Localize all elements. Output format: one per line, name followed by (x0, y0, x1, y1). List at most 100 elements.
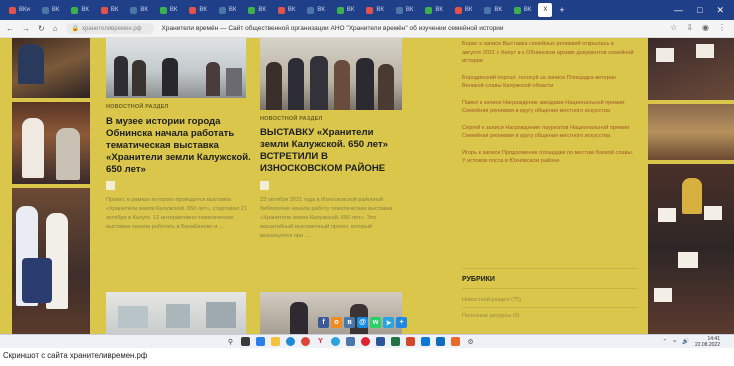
chevron-up-icon[interactable]: ⌃ (662, 339, 667, 345)
tab-favicon-icon (395, 6, 403, 14)
edge-icon[interactable] (286, 337, 295, 346)
photo-certificate (696, 44, 714, 58)
browser-tab[interactable]: ВКи (4, 3, 35, 17)
maximize-button[interactable]: □ (697, 5, 702, 15)
image-caption: Скриншот с сайта хранителивремен.рф (3, 351, 148, 360)
back-icon[interactable]: ← (6, 24, 14, 33)
ok-icon[interactable]: о (331, 317, 342, 328)
download-icon[interactable]: ⇩ (686, 23, 693, 32)
tab-label: Х (543, 7, 548, 13)
photo-museum (648, 104, 734, 160)
close-button[interactable]: ✕ (716, 5, 724, 16)
system-tray: ⌃ ≈ 🔊 14:41 22.08.2022 (662, 336, 720, 348)
minimize-button[interactable]: — (674, 5, 683, 15)
photo-figure (682, 178, 702, 214)
mail-icon[interactable]: @ (357, 317, 368, 328)
recent-comment-link[interactable]: Павел к записи Награждение звездами Наци… (462, 99, 634, 116)
plus-icon[interactable]: + (396, 317, 407, 328)
article-image[interactable] (106, 38, 246, 98)
browser-tab[interactable]: ВК (450, 3, 478, 17)
recent-comment-link[interactable]: Игорь к записи Продолжение площадки по м… (462, 149, 634, 166)
recent-comment-link[interactable]: Сергей к записи Награждение лауреатов На… (462, 124, 634, 141)
photos-icon[interactable] (421, 337, 430, 346)
tab-favicon-icon (366, 6, 374, 14)
browser-tab[interactable]: ВК (96, 3, 124, 17)
tab-label: ВК (81, 7, 89, 13)
photo-figure (56, 128, 80, 180)
tab-favicon-icon (71, 6, 79, 14)
photo-figure (22, 118, 44, 178)
telegram-icon[interactable]: ➤ (383, 317, 394, 328)
excel-icon[interactable] (391, 337, 400, 346)
browser-tab[interactable]: ВК (332, 3, 360, 17)
new-tab-button[interactable]: + (554, 3, 569, 17)
forward-icon[interactable]: → (22, 24, 30, 33)
url-text: хранителивремен.рф (82, 25, 142, 32)
windows-store-icon[interactable] (256, 337, 265, 346)
chrome-icon[interactable] (301, 337, 310, 346)
yandex-icon[interactable]: Y (316, 337, 325, 346)
telegram-icon[interactable] (331, 337, 340, 346)
facebook-icon[interactable]: f (318, 317, 329, 328)
tab-label: ВК (228, 7, 237, 13)
reload-icon[interactable]: ↻ (38, 24, 45, 33)
browser-tab[interactable]: ВК (509, 3, 537, 17)
browser-tab[interactable]: ВК (243, 3, 271, 17)
mail-icon[interactable] (436, 337, 445, 346)
paint-icon[interactable] (451, 337, 460, 346)
article-title[interactable]: В музее истории города Обнинска начала р… (106, 116, 251, 176)
tab-label: ВК (464, 7, 473, 13)
menu-icon[interactable]: ⋮ (718, 23, 726, 32)
settings-icon[interactable]: ⚙ (466, 337, 475, 346)
tab-favicon-icon (513, 6, 521, 14)
clock[interactable]: 14:41 22.08.2022 (695, 336, 720, 348)
home-icon[interactable]: ⌂ (53, 24, 58, 33)
url-field[interactable]: 🔒 хранителивремен.рф (65, 23, 154, 34)
word-icon[interactable] (376, 337, 385, 346)
browser-tab[interactable]: ВК (479, 3, 507, 17)
vk-icon[interactable] (346, 337, 355, 346)
browser-tab[interactable]: ВК (420, 3, 448, 17)
powerpoint-icon[interactable] (406, 337, 415, 346)
article-image[interactable] (260, 38, 402, 110)
browser-tab[interactable]: ВК (391, 3, 419, 17)
article-category[interactable]: НОВОСТНОЙ РАЗДЕЛ (260, 116, 323, 122)
browser-tab[interactable]: ВК (125, 3, 153, 17)
opera-icon[interactable] (361, 337, 370, 346)
extensions-icon[interactable]: ◉ (702, 23, 709, 32)
tab-favicon-icon (248, 6, 256, 14)
article-category[interactable]: НОВОСТНОЙ РАЗДЕЛ (106, 104, 169, 110)
task-view-icon[interactable] (241, 337, 250, 346)
rubric-link[interactable]: Новостной раздел (75) (462, 297, 521, 303)
browser-tab[interactable]: ВК (184, 3, 212, 17)
recent-comment-link[interactable]: Борис к записи Выставка семейных реликви… (462, 40, 634, 66)
browser-tab[interactable]: ВК (361, 3, 389, 17)
search-icon[interactable]: ⚲ (226, 337, 235, 346)
article-title[interactable]: ВЫСТАВКУ «Хранители земли Калужской. 650… (260, 127, 405, 175)
file-explorer-icon[interactable] (271, 337, 280, 346)
article-excerpt: 23 октября 2021 года в Износковской райо… (260, 197, 393, 239)
browser-tab[interactable]: ВК (302, 3, 330, 17)
tab-label: ВКи (19, 7, 30, 13)
browser-tab[interactable]: ВК (66, 3, 94, 17)
browser-tab[interactable]: ВК (155, 3, 183, 17)
wifi-icon[interactable]: ≈ (673, 339, 676, 345)
article-excerpt: Проект, в рамках которого проводится выс… (106, 197, 247, 230)
recent-comment-link[interactable]: Бородинский портал. голосуй за записи Пл… (462, 74, 634, 91)
star-icon[interactable]: ☆ (670, 23, 677, 32)
whatsapp-icon[interactable]: w (370, 317, 381, 328)
tab-label: ВК (376, 7, 384, 13)
browser-tab[interactable]: ВК (37, 3, 65, 17)
tab-favicon-icon (218, 6, 226, 14)
tab-label: ВК (523, 7, 532, 13)
rubric-link[interactable]: Полезные ресурсы (6) (462, 313, 520, 319)
volume-icon[interactable]: 🔊 (682, 339, 689, 345)
browser-tab-active[interactable]: Х (538, 3, 553, 17)
browser-tab[interactable]: ВК (273, 3, 301, 17)
article-image[interactable] (106, 292, 246, 334)
browser-tab[interactable]: ВК (214, 3, 242, 17)
vk-icon[interactable]: в (344, 317, 355, 328)
address-bar-actions: ☆ ⇩ ◉ ⋮ (670, 23, 726, 32)
tab-label: ВК (169, 7, 178, 13)
tab-favicon-icon (425, 6, 433, 14)
